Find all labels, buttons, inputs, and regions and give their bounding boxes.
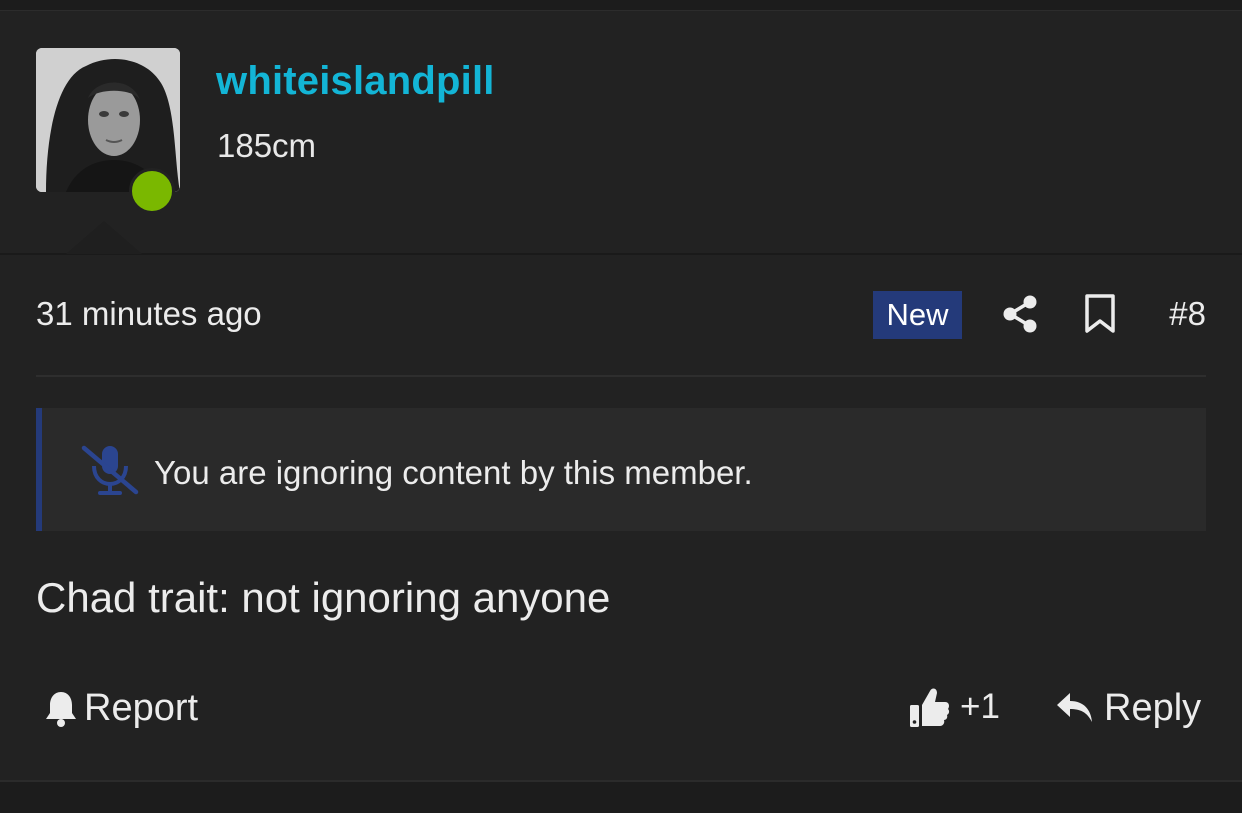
post-page: whiteislandpill 185cm 31 minutes ago New…: [0, 0, 1242, 813]
mute-microphone-icon: [81, 445, 139, 495]
like-button[interactable]: +1: [908, 682, 1000, 732]
report-label: Report: [84, 686, 199, 729]
ignored-notice-text: You are ignoring content by this member.: [154, 454, 753, 491]
header-pointer-arrow: [66, 221, 142, 254]
thumbs-up-icon: [910, 688, 950, 727]
post-meta-row: 31 minutes ago New #8: [36, 283, 1206, 347]
bottom-separator: [0, 780, 1242, 813]
ignored-notice: You are ignoring content by this member.: [36, 408, 1206, 531]
post-timestamp[interactable]: 31 minutes ago: [36, 295, 262, 333]
new-badge: New: [873, 291, 962, 339]
post-number-link[interactable]: #8: [1169, 295, 1206, 333]
meta-divider: [36, 375, 1206, 377]
post-body-text: Chad trait: not ignoring anyone: [36, 574, 611, 621]
reply-button[interactable]: Reply: [1056, 684, 1201, 732]
bookmark-icon[interactable]: [1084, 294, 1116, 334]
top-separator: [0, 0, 1242, 11]
online-status-dot: [129, 168, 175, 214]
bell-icon: [46, 692, 76, 727]
user-header: whiteislandpill 185cm: [0, 11, 1242, 255]
reply-label: Reply: [1104, 686, 1202, 729]
like-count-label: +1: [960, 687, 1000, 726]
user-title: 185cm: [217, 127, 317, 164]
username-link[interactable]: whiteislandpill: [216, 59, 495, 104]
share-icon[interactable]: [1002, 295, 1038, 333]
reply-icon: [1057, 693, 1092, 722]
report-button[interactable]: Report: [44, 684, 198, 732]
